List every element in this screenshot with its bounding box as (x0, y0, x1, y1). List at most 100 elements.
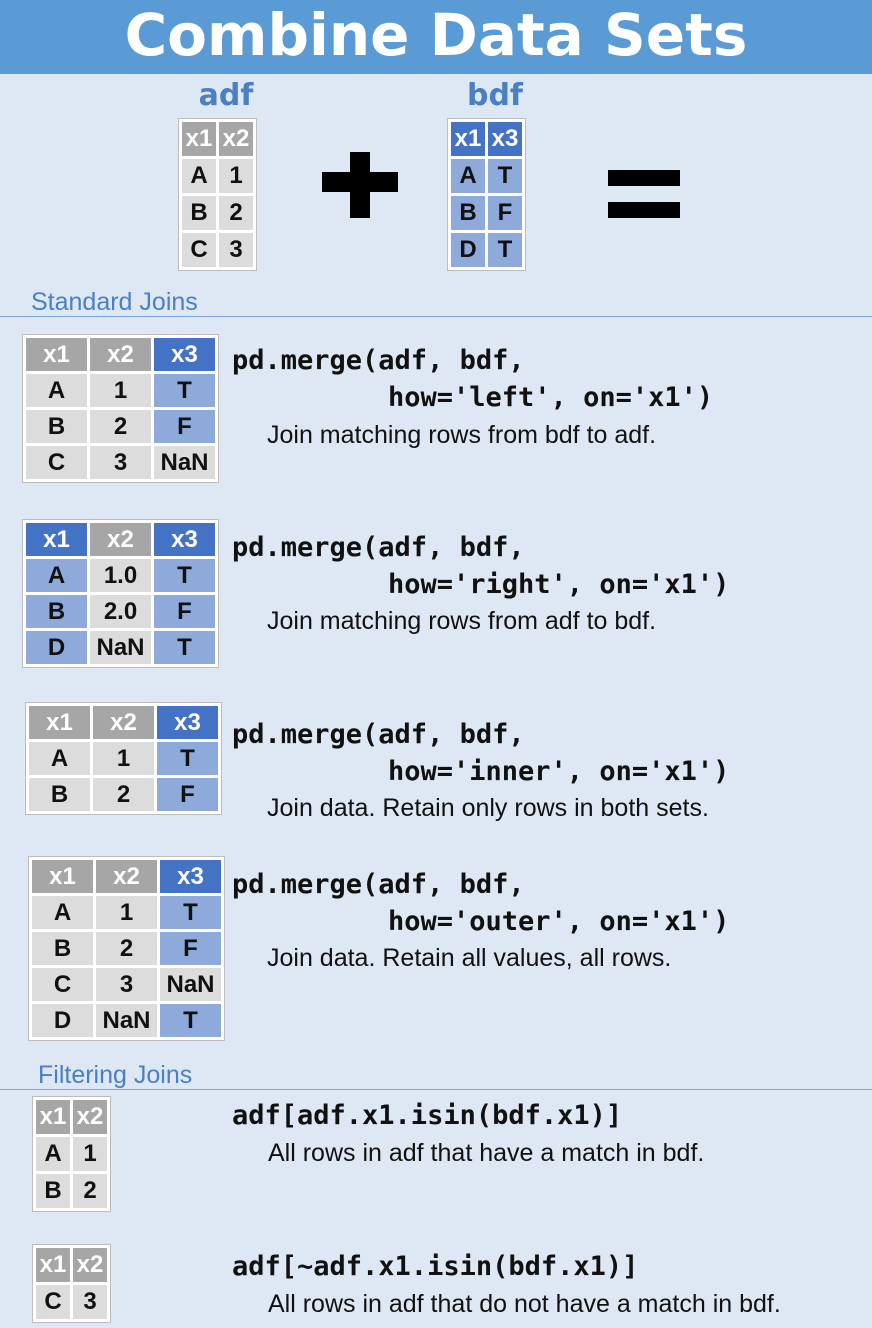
table-cell: T (488, 159, 522, 193)
table-cell: 1 (93, 742, 154, 775)
right-join-table: x1 x2 x3 A 1.0 T B 2.0 F D NaN T (22, 519, 219, 668)
header-cell: x1 (182, 122, 216, 156)
table-cell: 2 (219, 196, 253, 230)
header-cell: x3 (154, 523, 215, 556)
table-row: A 1 T (29, 742, 218, 775)
table-row: B F (451, 196, 522, 230)
table-cell: B (32, 932, 93, 965)
adf-table: x1 x2 A 1 B 2 C 3 (178, 118, 257, 271)
table-cell: NaN (160, 968, 221, 1001)
table-header-row: x1 x2 x3 (26, 523, 215, 556)
table-row: B 2 F (29, 778, 218, 811)
table-cell: F (160, 932, 221, 965)
table-header-row: x1 x2 (182, 122, 253, 156)
left-join-table: x1 x2 x3 A 1 T B 2 F C 3 NaN (22, 334, 219, 483)
table-row: D T (451, 233, 522, 267)
table-row: D NaN T (26, 631, 215, 664)
table-row: A 1 T (32, 896, 221, 929)
table-cell: T (160, 1004, 221, 1037)
table-cell: 2 (90, 410, 151, 443)
table-cell: A (182, 159, 216, 193)
header-cell: x1 (26, 523, 87, 556)
join-description: All rows in adf that do not have a match… (268, 1290, 781, 1318)
join-description: Join matching rows from adf to bdf. (267, 607, 657, 635)
table-row: B 2 F (32, 932, 221, 965)
adf-label: adf (198, 78, 254, 113)
table-row: B 2.0 F (26, 595, 215, 628)
table-row: C 3 NaN (26, 446, 215, 479)
code-line: pd.merge(adf, bdf, (232, 345, 525, 376)
table-cell: 1 (90, 374, 151, 407)
section-divider (0, 1089, 872, 1090)
header-cell: x2 (90, 523, 151, 556)
table-cell: F (154, 410, 215, 443)
table-cell: T (154, 631, 215, 664)
join-description: All rows in adf that have a match in bdf… (268, 1139, 705, 1167)
code-line: pd.merge(adf, bdf, (232, 532, 525, 563)
table-cell: T (154, 374, 215, 407)
table-cell: B (182, 196, 216, 230)
table-cell: C (36, 1285, 70, 1319)
table-header-row: x1 x2 (36, 1248, 107, 1282)
table-cell: 1 (73, 1137, 107, 1171)
code-line: how='right', on='x1') (388, 569, 730, 600)
table-cell: 1.0 (90, 559, 151, 592)
code-line: pd.merge(adf, bdf, (232, 719, 525, 750)
table-cell: A (26, 374, 87, 407)
table-row: A T (451, 159, 522, 193)
table-cell: C (182, 233, 216, 267)
table-cell: T (157, 742, 218, 775)
header-cell: x1 (36, 1100, 70, 1134)
header-cell: x3 (157, 706, 218, 739)
header-cell: x2 (93, 706, 154, 739)
table-cell: D (32, 1004, 93, 1037)
section-heading-filtering-joins: Filtering Joins (38, 1061, 193, 1089)
table-cell: NaN (90, 631, 151, 664)
header-cell: x1 (32, 860, 93, 893)
code-line: adf[adf.x1.isin(bdf.x1)] (232, 1100, 623, 1131)
table-cell: D (451, 233, 485, 267)
table-header-row: x1 x2 x3 (29, 706, 218, 739)
page-title: Combine Data Sets (0, 0, 872, 74)
table-row: D NaN T (32, 1004, 221, 1037)
code-line: adf[~adf.x1.isin(bdf.x1)] (232, 1251, 639, 1282)
table-cell: D (26, 631, 87, 664)
header-cell: x3 (160, 860, 221, 893)
code-line: how='inner', on='x1') (388, 756, 730, 787)
semi-join-table: x1 x2 A 1 B 2 (32, 1096, 111, 1212)
join-description: Join data. Retain all values, all rows. (267, 944, 672, 972)
table-cell: B (26, 595, 87, 628)
table-row: B 2 (182, 196, 253, 230)
table-cell: B (29, 778, 90, 811)
table-cell: T (160, 896, 221, 929)
table-cell: A (26, 559, 87, 592)
header-cell: x1 (36, 1248, 70, 1282)
table-cell: F (154, 595, 215, 628)
table-cell: NaN (96, 1004, 157, 1037)
table-row: A 1.0 T (26, 559, 215, 592)
table-cell: 3 (73, 1285, 107, 1319)
header-cell: x2 (73, 1248, 107, 1282)
table-cell: B (451, 196, 485, 230)
table-cell: B (36, 1174, 70, 1208)
table-cell: T (154, 559, 215, 592)
header-cell: x2 (90, 338, 151, 371)
table-cell: C (32, 968, 93, 1001)
code-line: pd.merge(adf, bdf, (232, 869, 525, 900)
table-cell: A (29, 742, 90, 775)
header-cell: x2 (73, 1100, 107, 1134)
table-cell: 1 (96, 896, 157, 929)
plus-icon-vertical (350, 152, 370, 218)
table-cell: 3 (96, 968, 157, 1001)
inner-join-table: x1 x2 x3 A 1 T B 2 F (25, 702, 222, 815)
code-line: how='outer', on='x1') (388, 906, 730, 937)
table-cell: 3 (90, 446, 151, 479)
anti-join-table: x1 x2 C 3 (32, 1244, 111, 1323)
outer-join-table: x1 x2 x3 A 1 T B 2 F C 3 NaN D NaN T (28, 856, 225, 1041)
section-divider (0, 316, 872, 317)
bdf-table: x1 x3 A T B F D T (447, 118, 526, 271)
section-heading-standard-joins: Standard Joins (31, 288, 198, 316)
table-cell: 2.0 (90, 595, 151, 628)
table-row: A 1 (182, 159, 253, 193)
table-cell: 2 (96, 932, 157, 965)
